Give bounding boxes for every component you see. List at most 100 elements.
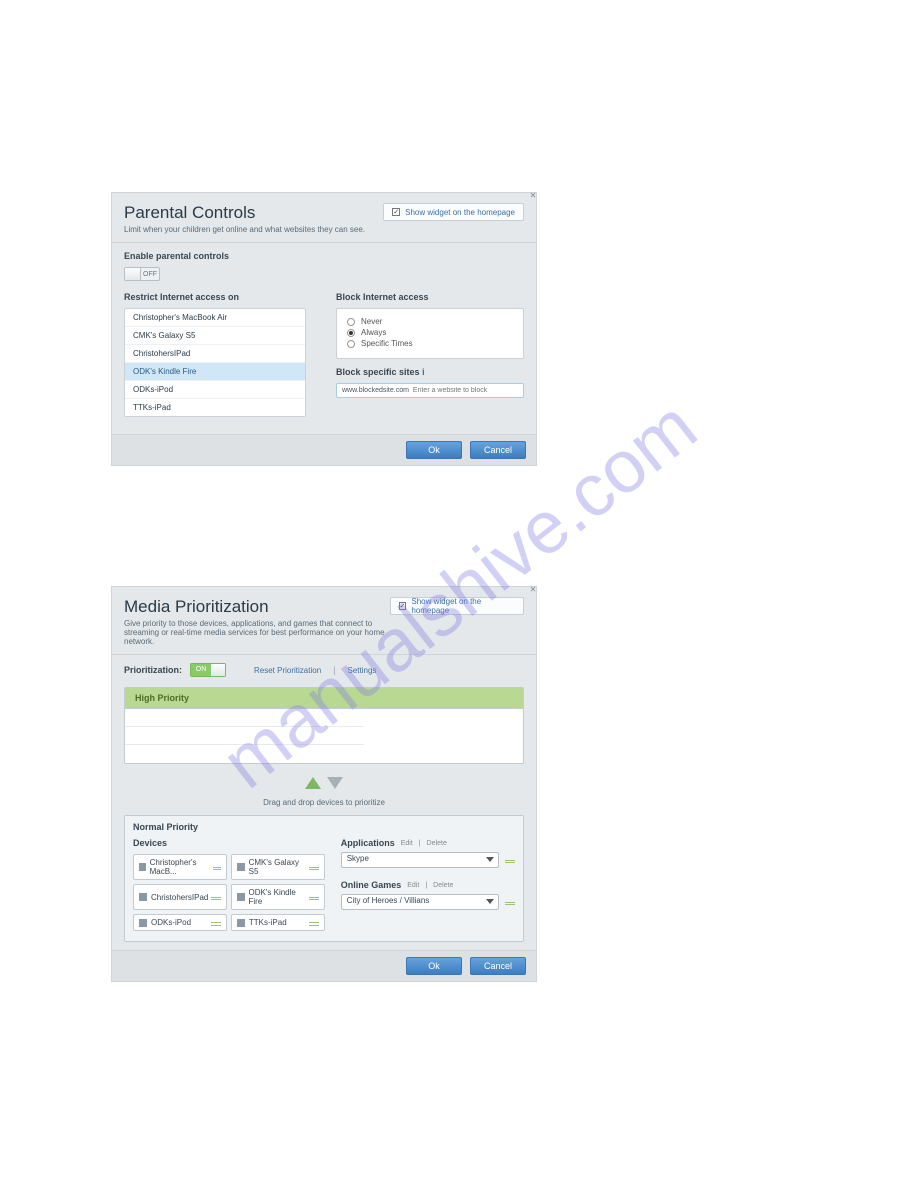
- panel-footer: Ok Cancel: [112, 434, 536, 465]
- toggle-knob: [125, 268, 141, 280]
- close-icon[interactable]: ✕: [528, 585, 538, 595]
- drag-handle-icon[interactable]: [211, 920, 221, 926]
- radio-never[interactable]: Never: [347, 317, 513, 326]
- drag-handle-icon[interactable]: [309, 920, 319, 926]
- device-chip[interactable]: TTKs-iPad: [231, 914, 325, 931]
- device-chip[interactable]: ODKs-iPod: [133, 914, 227, 931]
- device-item[interactable]: ODKs-iPod: [125, 381, 305, 399]
- panel-header: Parental Controls Limit when your childr…: [112, 193, 536, 242]
- block-sites-field: www.blockedsite.com: [336, 383, 524, 398]
- radio-icon: [347, 340, 355, 348]
- drag-handle-icon[interactable]: [309, 894, 319, 900]
- panel-footer: Ok Cancel: [112, 950, 536, 981]
- arrow-down-icon: [327, 777, 343, 789]
- ok-button[interactable]: Ok: [406, 957, 462, 975]
- online-games-heading: Online Games: [341, 880, 402, 890]
- cancel-button[interactable]: Cancel: [470, 441, 526, 459]
- radio-label: Always: [361, 328, 386, 337]
- device-name: ODK's Kindle Fire: [249, 888, 310, 906]
- show-widget-checkbox[interactable]: ✓ Show widget on the homepage: [390, 597, 525, 615]
- devices-heading: Devices: [133, 838, 325, 848]
- high-priority-header: High Priority: [125, 688, 523, 709]
- game-select[interactable]: City of Heroes / Villians: [341, 894, 499, 910]
- radio-specific-times[interactable]: Specific Times: [347, 339, 513, 348]
- drag-indicator: [124, 774, 524, 794]
- priority-slot[interactable]: [125, 709, 364, 727]
- drag-handle-icon[interactable]: [211, 894, 221, 900]
- application-selected-value: Skype: [347, 854, 369, 863]
- game-selected-value: City of Heroes / Villians: [347, 896, 430, 905]
- show-widget-checkbox[interactable]: ✓ Show widget on the homepage: [383, 203, 524, 221]
- show-widget-label: Show widget on the homepage: [405, 208, 515, 217]
- device-icon: [139, 919, 147, 927]
- block-sites-label: Block specific sites: [336, 367, 420, 377]
- priority-slot[interactable]: [125, 727, 364, 745]
- drag-handle-icon[interactable]: [505, 899, 515, 905]
- parental-toggle[interactable]: OFF: [124, 267, 160, 281]
- page-title: Parental Controls: [124, 203, 365, 223]
- apps-delete-link[interactable]: Delete: [427, 840, 447, 847]
- page-title: Media Prioritization: [124, 597, 390, 617]
- radio-always[interactable]: Always: [347, 328, 513, 337]
- radio-label: Specific Times: [361, 339, 413, 348]
- show-widget-label: Show widget on the homepage: [411, 597, 515, 615]
- device-name: ChristohersIPad: [151, 893, 208, 902]
- normal-priority-header: Normal Priority: [133, 822, 515, 832]
- toggle-state-text: OFF: [141, 271, 159, 278]
- check-icon: ✓: [392, 208, 400, 216]
- device-chip[interactable]: ChristohersIPad: [133, 884, 227, 910]
- device-item-selected[interactable]: ODK's Kindle Fire: [125, 363, 305, 381]
- parental-controls-panel: ✕ Parental Controls Limit when your chil…: [111, 192, 537, 466]
- device-icon: [139, 893, 147, 901]
- restrict-access-label: Restrict Internet access on: [124, 292, 306, 302]
- drag-handle-icon[interactable]: [213, 864, 221, 870]
- priority-slot[interactable]: [125, 745, 364, 763]
- radio-icon: [347, 318, 355, 326]
- close-icon[interactable]: ✕: [528, 191, 538, 201]
- device-icon: [237, 893, 245, 901]
- blocked-site-chip[interactable]: www.blockedsite.com: [342, 387, 409, 394]
- device-item[interactable]: TTKs-iPad: [125, 399, 305, 416]
- chevron-down-icon: [486, 857, 494, 862]
- prioritization-label: Prioritization:: [124, 665, 182, 675]
- application-select[interactable]: Skype: [341, 852, 499, 868]
- page-subtitle: Limit when your children get online and …: [124, 225, 365, 234]
- toggle-knob: [211, 664, 225, 676]
- radio-label: Never: [361, 317, 382, 326]
- prioritization-toggle[interactable]: ON: [190, 663, 226, 677]
- device-chip[interactable]: CMK's Galaxy S5: [231, 854, 325, 880]
- settings-link[interactable]: Settings: [347, 666, 376, 675]
- reset-prioritization-link[interactable]: Reset Prioritization: [254, 666, 321, 675]
- games-edit-link[interactable]: Edit: [407, 882, 419, 889]
- ok-button[interactable]: Ok: [406, 441, 462, 459]
- device-icon: [237, 919, 245, 927]
- device-icon: [139, 863, 146, 871]
- block-radio-group: Never Always Specific Times: [336, 308, 524, 359]
- drag-hint-text: Drag and drop devices to prioritize: [124, 798, 524, 807]
- cancel-button[interactable]: Cancel: [470, 957, 526, 975]
- radio-icon: [347, 329, 355, 337]
- normal-priority-zone: Normal Priority Devices Christopher's Ma…: [124, 815, 524, 942]
- devices-grid: Christopher's MacB... CMK's Galaxy S5 Ch…: [133, 854, 325, 931]
- device-name: CMK's Galaxy S5: [249, 858, 309, 876]
- media-prioritization-panel: ✕ Media Prioritization Give priority to …: [111, 586, 537, 982]
- pipe-separator: |: [333, 665, 335, 675]
- high-priority-zone[interactable]: High Priority: [124, 687, 524, 764]
- device-list: Christopher's MacBook Air CMK's Galaxy S…: [124, 308, 306, 417]
- device-item[interactable]: ChristohersIPad: [125, 345, 305, 363]
- info-icon[interactable]: i: [422, 367, 425, 377]
- block-site-input[interactable]: [413, 387, 518, 394]
- device-item[interactable]: CMK's Galaxy S5: [125, 327, 305, 345]
- device-chip[interactable]: ODK's Kindle Fire: [231, 884, 325, 910]
- games-delete-link[interactable]: Delete: [433, 882, 453, 889]
- pipe-separator: |: [419, 840, 421, 847]
- priority-slot-large[interactable]: [364, 709, 523, 763]
- device-icon: [237, 863, 245, 871]
- device-chip[interactable]: Christopher's MacB...: [133, 854, 227, 880]
- check-icon: ✓: [399, 602, 407, 610]
- drag-handle-icon[interactable]: [309, 864, 319, 870]
- drag-handle-icon[interactable]: [505, 857, 515, 863]
- device-item[interactable]: Christopher's MacBook Air: [125, 309, 305, 327]
- pipe-separator: |: [425, 882, 427, 889]
- apps-edit-link[interactable]: Edit: [401, 840, 413, 847]
